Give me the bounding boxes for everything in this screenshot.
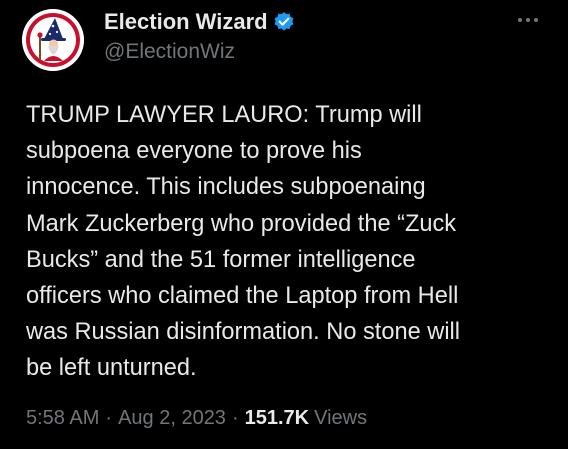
tweet-date[interactable]: Aug 2, 2023: [118, 407, 226, 430]
meta-separator: ·: [105, 407, 113, 429]
wizard-avatar-icon: [22, 9, 84, 71]
tweet-meta: 5:58 AM · Aug 2, 2023 · 151.7K Views: [26, 407, 367, 430]
verified-badge-icon[interactable]: [273, 11, 295, 33]
author-handle[interactable]: @ElectionWiz: [104, 40, 235, 64]
more-options-icon[interactable]: [514, 12, 542, 28]
author-name-row: Election Wizard: [104, 8, 295, 36]
meta-separator: ·: [231, 407, 239, 429]
author-avatar[interactable]: [22, 9, 84, 71]
tweet[interactable]: Election Wizard @ElectionWiz TRUMP LAWYE…: [0, 0, 568, 449]
tweet-time[interactable]: 5:58 AM: [26, 407, 99, 430]
views-count[interactable]: 151.7K: [245, 407, 310, 430]
tweet-text: TRUMP LAWYER LAURO: Trump will subpoena …: [26, 102, 461, 382]
views-label: Views: [314, 407, 368, 429]
author-display-name[interactable]: Election Wizard: [104, 9, 268, 35]
